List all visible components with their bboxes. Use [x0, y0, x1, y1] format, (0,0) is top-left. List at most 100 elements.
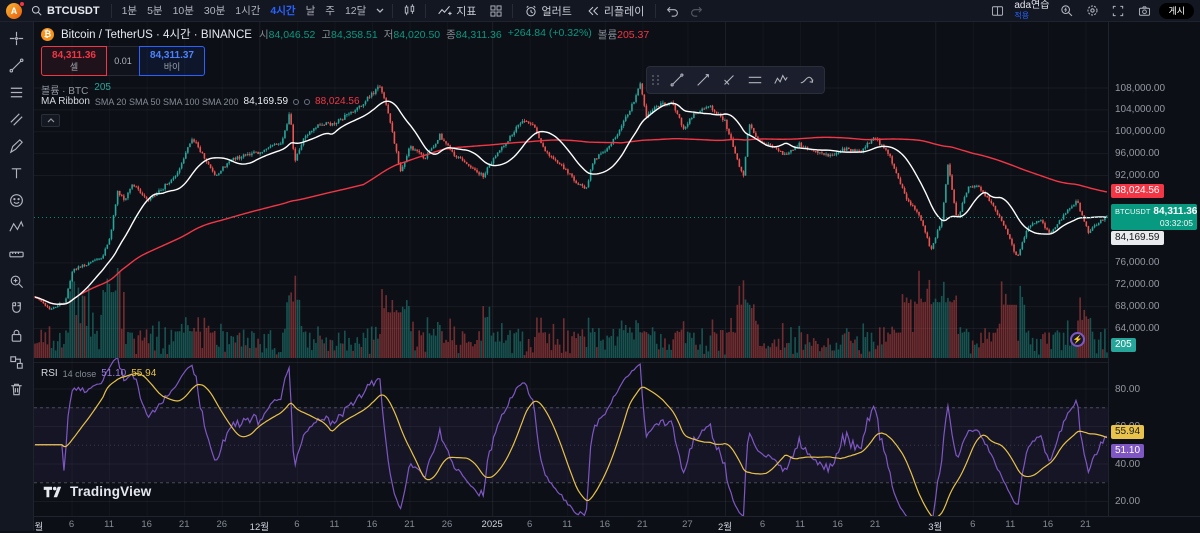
badge-last-price: 84,311.36: [1153, 206, 1197, 218]
emoji-tool-icon[interactable]: [3, 187, 31, 214]
camera-snapshot-icon[interactable]: [1133, 1, 1155, 21]
interval-button-30분[interactable]: 30분: [199, 1, 230, 21]
collapse-legend-button[interactable]: [41, 114, 60, 127]
volume-pane-legend[interactable]: 볼륨 · BTC 205: [41, 82, 111, 97]
pane-separator[interactable]: [34, 362, 1108, 363]
symbol-search-button[interactable]: BTCUSDT: [24, 1, 106, 21]
time-axis-label: 11: [1005, 519, 1015, 530]
time-axis-label: 11: [795, 519, 805, 530]
remove-drawings-icon[interactable]: [3, 376, 31, 403]
bitcoin-icon: ₿: [41, 28, 54, 41]
xabcd-pattern-tool-icon[interactable]: [3, 214, 31, 241]
time-axis-label: 21: [1080, 519, 1091, 530]
interval-caret-icon[interactable]: [373, 1, 387, 21]
drag-handle[interactable]: [652, 75, 660, 85]
time-axis-label: 6: [69, 519, 74, 530]
axis-tick: 92,000.00: [1115, 170, 1160, 181]
ma-ribbon-legend[interactable]: MA Ribbon SMA 20 SMA 50 SMA 100 SMA 200 …: [41, 96, 360, 107]
time-axis-label: 16: [1043, 519, 1054, 530]
divider: [512, 4, 513, 18]
indicators-button[interactable]: 지표: [431, 1, 482, 21]
brush-tool-icon[interactable]: [3, 133, 31, 160]
indicator-templates-icon[interactable]: [485, 1, 507, 21]
layout-panes-icon[interactable]: [986, 1, 1008, 21]
close-label: 종: [446, 29, 456, 41]
publish-button[interactable]: 게시: [1159, 3, 1194, 19]
topbar-right-cluster: ada연습 적용 게시: [986, 1, 1194, 21]
interval-button-4시간[interactable]: 4시간: [265, 1, 300, 21]
change-value: +264.84 (+0.32%): [508, 27, 592, 42]
tradingview-brand[interactable]: TradingView: [43, 484, 151, 499]
time-axis-label: 6: [760, 519, 765, 530]
interval-button-1분[interactable]: 1분: [117, 1, 143, 21]
buy-button[interactable]: 84,311.37 바이: [139, 46, 205, 76]
parallel-channel-tool-icon[interactable]: [3, 106, 31, 133]
axis-tick: 96,000.00: [1115, 148, 1160, 159]
text-tool-icon[interactable]: [3, 160, 31, 187]
fib-retracement-tool-icon[interactable]: [3, 79, 31, 106]
axis-tick: 20.00: [1115, 496, 1140, 507]
sell-button[interactable]: 84,311.36 셀: [41, 46, 107, 76]
trend-line-tool-icon[interactable]: [3, 52, 31, 79]
measure-tool-icon[interactable]: [3, 241, 31, 268]
symbol-legend: ₿ Bitcoin / TetherUS · 4시간 · BINANCE 시84…: [41, 26, 649, 42]
low-label: 저: [384, 29, 394, 41]
time-axis-label: 6: [527, 519, 532, 530]
axis-tick: 108,000.00: [1115, 83, 1165, 94]
replay-button[interactable]: 리플레이: [580, 1, 650, 21]
axis-tick: 80.00: [1115, 384, 1140, 395]
interval-button-주[interactable]: 주: [320, 1, 340, 21]
divider: [111, 4, 112, 18]
tradingview-logo-icon: [43, 485, 64, 499]
interval-button-10분[interactable]: 10분: [168, 1, 199, 21]
sell-label: 셀: [70, 62, 78, 72]
interval-button-1시간[interactable]: 1시간: [230, 1, 265, 21]
zoom-tool-icon[interactable]: [3, 268, 31, 295]
crosshair-tool-icon[interactable]: [3, 25, 31, 52]
price-axis[interactable]: 88,024.56 BTCUSDT84,311.36 03:32:05 84,1…: [1108, 22, 1200, 516]
axis-tick: 68,000.00: [1115, 301, 1160, 312]
divider: [425, 4, 426, 18]
interval-button-12달[interactable]: 12달: [340, 1, 371, 21]
symbol-name: BTCUSDT: [47, 5, 100, 17]
forecast-icon[interactable]: [795, 69, 819, 91]
top-toolbar: A BTCUSDT 1분5분10분30분1시간4시간날주12달 지표 얼러트 리…: [0, 0, 1200, 22]
account-avatar[interactable]: A: [6, 3, 22, 19]
time-axis-label: 11: [562, 519, 572, 530]
chart-style-icon[interactable]: [398, 1, 420, 21]
rsi-legend[interactable]: RSI 14 close 51.10 55.94: [41, 368, 156, 379]
ray-line-icon[interactable]: [691, 69, 715, 91]
sell-price: 84,311.36: [52, 50, 96, 62]
symbol-title[interactable]: Bitcoin / TetherUS · 4시간 · BINANCE: [61, 26, 252, 42]
info-line-icon[interactable]: [717, 69, 741, 91]
alert-button[interactable]: 얼러트: [518, 1, 578, 21]
undo-icon[interactable]: [661, 1, 683, 21]
spread-value: 0.01: [107, 46, 139, 76]
volume-pane-label: 볼륨 · BTC: [41, 82, 88, 97]
indicators-icon: [437, 3, 452, 18]
trend-line-icon[interactable]: [665, 69, 689, 91]
bar-countdown: 03:32:05: [1115, 218, 1193, 228]
axis-tick: 104,000.00: [1115, 104, 1165, 115]
magnet-tool-icon[interactable]: [3, 295, 31, 322]
axis-tick: 76,000.00: [1115, 257, 1160, 268]
settings-gear-icon[interactable]: [1081, 1, 1103, 21]
quick-search-icon[interactable]: [1055, 1, 1077, 21]
object-tree-icon[interactable]: [3, 349, 31, 376]
fullscreen-icon[interactable]: [1107, 1, 1129, 21]
interval-button-날[interactable]: 날: [301, 1, 321, 21]
time-axis-label: 16: [600, 519, 611, 530]
close-value: 84,311.36: [456, 29, 502, 41]
time-axis[interactable]: 11월61116212612월61116212620256111621272월6…: [34, 516, 1200, 531]
horizontal-line-icon[interactable]: [743, 69, 767, 91]
reactions-bubble-icon[interactable]: ⚡: [1070, 332, 1085, 347]
hidden-series-dot-icon: [304, 99, 310, 105]
time-axis-label: 21: [179, 519, 190, 530]
time-axis-label: 21: [637, 519, 648, 530]
redo-icon[interactable]: [685, 1, 707, 21]
interval-button-5분[interactable]: 5분: [142, 1, 168, 21]
alert-clock-icon: [524, 4, 538, 18]
elliott-wave-icon[interactable]: [769, 69, 793, 91]
lock-tool-icon[interactable]: [3, 322, 31, 349]
layout-name-button[interactable]: ada연습 적용: [1014, 1, 1049, 20]
